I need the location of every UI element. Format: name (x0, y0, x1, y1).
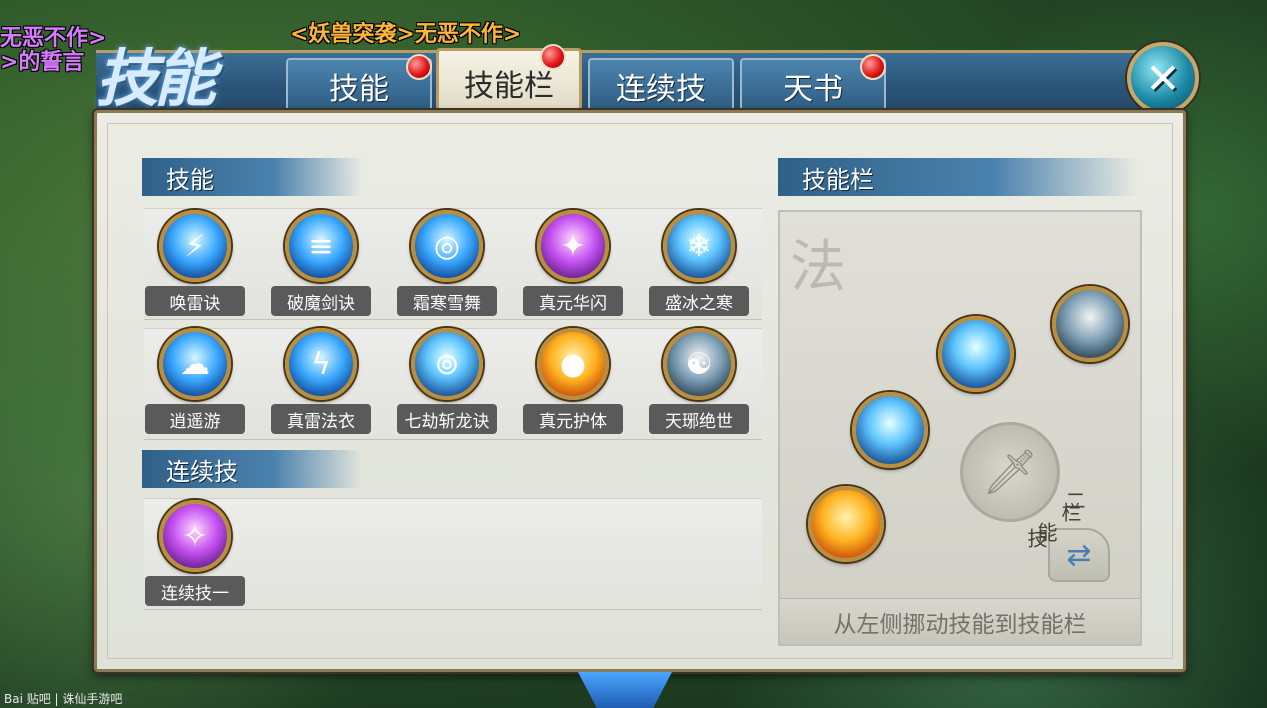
skill-item[interactable]: ≡ 破魔剑诀 (271, 210, 371, 320)
skill-label: 唤雷诀 (145, 286, 245, 316)
purple-burst-icon: ✦ (537, 210, 609, 282)
lightning-icon: ⚡ (159, 210, 231, 282)
close-button[interactable]: ✕ (1127, 42, 1199, 114)
close-icon: ✕ (1145, 53, 1181, 103)
blade-icon: 🗡 (982, 447, 1038, 498)
purple-crystal-icon: ✧ (159, 500, 231, 572)
section-header-skillbar: 技能栏 (778, 158, 1138, 196)
skillbar-slot-ice-crystal-icon[interactable] (852, 392, 928, 468)
chat-announcement: <妖兽突袭>无恶不作> (290, 22, 522, 47)
skill-label: 真元护体 (523, 404, 623, 434)
tab-label: 天书 (783, 72, 843, 107)
section-header-skills: 技能 (142, 158, 362, 196)
skill-label: 真元华闪 (523, 286, 623, 316)
skill-label: 真雷法衣 (271, 404, 371, 434)
vortex-icon: ◎ (411, 210, 483, 282)
skill-label: 盛冰之寒 (649, 286, 749, 316)
calligraphy-decoration: 法 (790, 235, 846, 300)
watermark: Bai 贴吧 | 诛仙手游吧 (4, 692, 123, 706)
section-title: 技能栏 (802, 165, 874, 194)
skill-item[interactable]: ❄ 盛冰之寒 (649, 210, 749, 320)
skillbar-slot-ripple-icon[interactable] (938, 316, 1014, 392)
switch-char: 二 (1062, 490, 1086, 510)
skill-label: 破魔剑诀 (271, 286, 371, 316)
combo-label: 连续技一 (145, 576, 245, 606)
section-header-combo: 连续技 (142, 450, 362, 488)
tab-combo[interactable]: 连续技 (588, 58, 734, 112)
skillbar-slot-taiji-icon[interactable] (1052, 286, 1128, 362)
tab-label: 技能 (329, 72, 389, 107)
skill-label: 天琊绝世 (649, 404, 749, 434)
skill-item[interactable]: ● 真元护体 (523, 328, 623, 438)
panel-title: 技能 (96, 42, 216, 115)
skillbar-hint: 从左侧挪动技能到技能栏 (780, 598, 1140, 644)
skill-item[interactable]: ✦ 真元华闪 (523, 210, 623, 320)
skill-item[interactable]: ⊚ 七劫斩龙诀 (397, 328, 497, 438)
skill-item[interactable]: ☁ 逍遥游 (145, 328, 245, 438)
notification-badge (860, 54, 886, 80)
orange-orb-icon: ● (537, 328, 609, 400)
ripple-icon: ⊚ (411, 328, 483, 400)
skill-item[interactable]: ϟ 真雷法衣 (271, 328, 371, 438)
ice-crystal-icon: ❄ (663, 210, 735, 282)
sword-beam-icon: ≡ (285, 210, 357, 282)
skill-label: 七劫斩龙诀 (397, 404, 497, 434)
tab-label: 连续技 (616, 72, 706, 107)
skill-label: 逍遥游 (145, 404, 245, 434)
notification-badge (540, 44, 566, 70)
wind-icon: ☁ (159, 328, 231, 400)
skill-item[interactable]: ⚡ 唤雷诀 (145, 210, 245, 320)
section-title: 连续技 (166, 457, 238, 486)
basic-attack-button[interactable]: 🗡 (960, 422, 1060, 522)
thunder-armor-icon: ϟ (285, 328, 357, 400)
skill-item[interactable]: ☯ 天琊绝世 (649, 328, 749, 438)
notification-badge (406, 54, 432, 80)
tab-label: 技能栏 (464, 68, 554, 104)
skill-item[interactable]: ◎ 霜寒雪舞 (397, 210, 497, 320)
skillbar-slot-orange-orb-icon[interactable] (808, 486, 884, 562)
taiji-icon: ☯ (663, 328, 735, 400)
switch-char: 能 (1034, 522, 1058, 542)
section-title: 技能 (166, 165, 214, 194)
skill-label: 霜寒雪舞 (397, 286, 497, 316)
refresh-icon: ⇄ (1066, 537, 1092, 573)
combo-item[interactable]: ✧ 连续技一 (145, 500, 245, 610)
chat-line-left: >的誓言 (0, 50, 85, 75)
